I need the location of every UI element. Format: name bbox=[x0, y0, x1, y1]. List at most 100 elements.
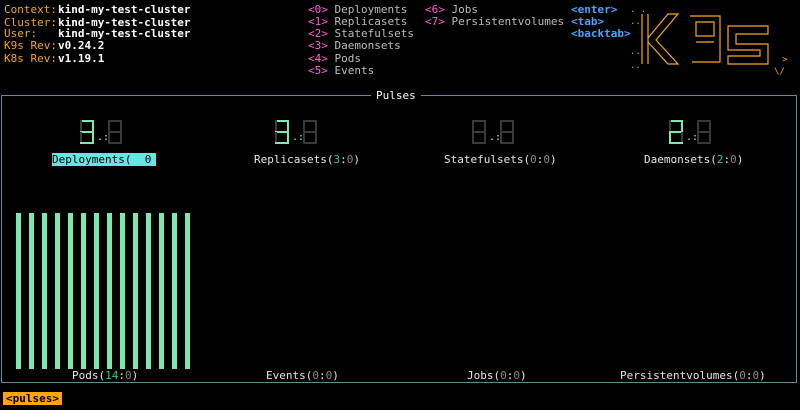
digit-segment bbox=[484, 120, 486, 132]
gauge-separator: .: bbox=[97, 132, 109, 143]
digit-segment bbox=[108, 120, 110, 132]
label-text: Daemonsets( bbox=[644, 153, 717, 166]
digit-segment bbox=[697, 131, 711, 133]
pods-bar bbox=[16, 213, 21, 369]
persistentvolumes-label[interactable]: Persistentvolumes(0:0) bbox=[620, 369, 766, 382]
gauge-separator: .: bbox=[489, 132, 501, 143]
digit-segment bbox=[303, 131, 317, 133]
digit-segment bbox=[669, 120, 683, 122]
pods-bar bbox=[94, 213, 99, 369]
fault-count: 0 bbox=[125, 369, 132, 382]
digit-segment bbox=[709, 120, 711, 132]
panel-title: Pulses bbox=[371, 89, 421, 102]
breadcrumb[interactable]: <pulses> bbox=[3, 392, 62, 405]
label-text: Pods( bbox=[72, 369, 106, 382]
daemonsets-gauge: .: bbox=[669, 120, 711, 144]
digit-segment bbox=[500, 142, 514, 144]
ok-count: 14 bbox=[105, 369, 119, 382]
events-label[interactable]: Events(0:0) bbox=[266, 369, 339, 382]
digit-segment bbox=[275, 120, 289, 122]
label-text: Deployments( bbox=[52, 153, 132, 166]
digit-segment bbox=[315, 120, 317, 132]
digit-segment bbox=[697, 120, 699, 132]
digit-segment bbox=[669, 131, 683, 133]
label-text: Persistentvolumes( bbox=[620, 369, 740, 382]
hotkey-daemonsets[interactable]: <3> Daemonsets bbox=[308, 39, 401, 52]
hotkey-label: Events bbox=[334, 64, 375, 77]
digit-segment bbox=[120, 120, 122, 132]
label-suffix: ) bbox=[131, 369, 139, 382]
k9s-rev-value: v0.24.2 bbox=[58, 39, 105, 52]
digit-segment bbox=[669, 120, 671, 132]
digit-segment bbox=[472, 120, 486, 122]
hotkey-key: <3> bbox=[308, 39, 328, 52]
hotkey-persistentvolumes[interactable]: <7> Persistentvolumes bbox=[425, 15, 564, 28]
svg-text:\/: \/ bbox=[774, 67, 785, 76]
k8s-rev-row: K8s Rev:v1.19.1 bbox=[4, 52, 104, 65]
gauge-separator: .: bbox=[292, 132, 304, 143]
daemonsets-label[interactable]: Daemonsets(2:0) bbox=[644, 153, 743, 166]
pods-label[interactable]: Pods(14:0) bbox=[72, 369, 138, 382]
digit-segment bbox=[92, 120, 94, 132]
digit-segment bbox=[472, 142, 486, 144]
k8s-rev-value: v1.19.1 bbox=[58, 52, 105, 65]
pods-bar bbox=[146, 213, 151, 369]
digit-segment bbox=[80, 120, 82, 132]
label-suffix: ) bbox=[549, 153, 557, 166]
digit-segment bbox=[80, 131, 94, 133]
label-suffix: ) bbox=[520, 369, 527, 382]
ok-count: 0 bbox=[530, 153, 537, 166]
deployments-label[interactable]: Deployments( 0 bbox=[52, 153, 156, 166]
digit-segment bbox=[303, 142, 317, 144]
digit-segment bbox=[275, 120, 277, 132]
hotkey-key: <7> bbox=[425, 15, 445, 28]
digit-segment bbox=[80, 120, 94, 122]
svg-text:>: > bbox=[782, 55, 788, 65]
digit-segment bbox=[287, 120, 289, 132]
pods-bar bbox=[133, 213, 138, 369]
pods-bar bbox=[55, 213, 60, 369]
pods-bar bbox=[120, 213, 125, 369]
svg-text:..: .. bbox=[630, 47, 641, 57]
digit-segment bbox=[512, 120, 514, 132]
fault-count: 0 bbox=[144, 153, 152, 166]
hotkey-label: Persistentvolumes bbox=[451, 15, 565, 28]
digit-segment bbox=[80, 142, 94, 144]
digit-segment bbox=[697, 142, 711, 144]
ok-count: 0 bbox=[312, 369, 319, 382]
digit-segment bbox=[303, 120, 317, 122]
label-text: Jobs( bbox=[467, 369, 501, 382]
pods-bar bbox=[159, 213, 164, 369]
digit-segment bbox=[303, 120, 305, 132]
digit-segment bbox=[108, 120, 122, 122]
ok-count: 3 bbox=[333, 153, 341, 166]
digit-segment bbox=[500, 120, 514, 122]
hotkey-label: Daemonsets bbox=[334, 39, 401, 52]
pods-bar bbox=[68, 213, 73, 369]
pods-bar bbox=[29, 213, 34, 369]
gauge-separator: .: bbox=[686, 132, 698, 143]
nav-backtab-key[interactable]: <backtab> bbox=[571, 27, 631, 40]
digit-segment bbox=[697, 120, 711, 122]
label-text: Statefulsets( bbox=[444, 153, 531, 166]
statefulsets-label[interactable]: Statefulsets(0:0) bbox=[444, 153, 557, 166]
digit-segment bbox=[108, 131, 122, 133]
svg-text:. .: . . bbox=[630, 5, 646, 15]
label-suffix: ) bbox=[736, 153, 744, 166]
deployments-gauge: .: bbox=[80, 120, 122, 144]
replicasets-label[interactable]: Replicasets(3:0) bbox=[254, 153, 360, 166]
hotkey-events[interactable]: <5> Events bbox=[308, 64, 374, 77]
pods-bar bbox=[185, 213, 190, 369]
hotkey-key: <5> bbox=[308, 64, 328, 77]
digit-segment bbox=[472, 120, 474, 132]
digit-segment bbox=[500, 120, 502, 132]
digit-segment bbox=[669, 142, 683, 144]
label-suffix: ) bbox=[759, 369, 766, 382]
digit-segment bbox=[275, 131, 289, 133]
ok-count: 0 bbox=[739, 369, 746, 382]
digit-segment bbox=[472, 131, 486, 133]
k9s-rev-key: K9s Rev: bbox=[4, 39, 57, 52]
ok-count: 2 bbox=[716, 153, 724, 166]
jobs-label[interactable]: Jobs(0:0) bbox=[467, 369, 527, 382]
digit-segment bbox=[681, 120, 683, 132]
